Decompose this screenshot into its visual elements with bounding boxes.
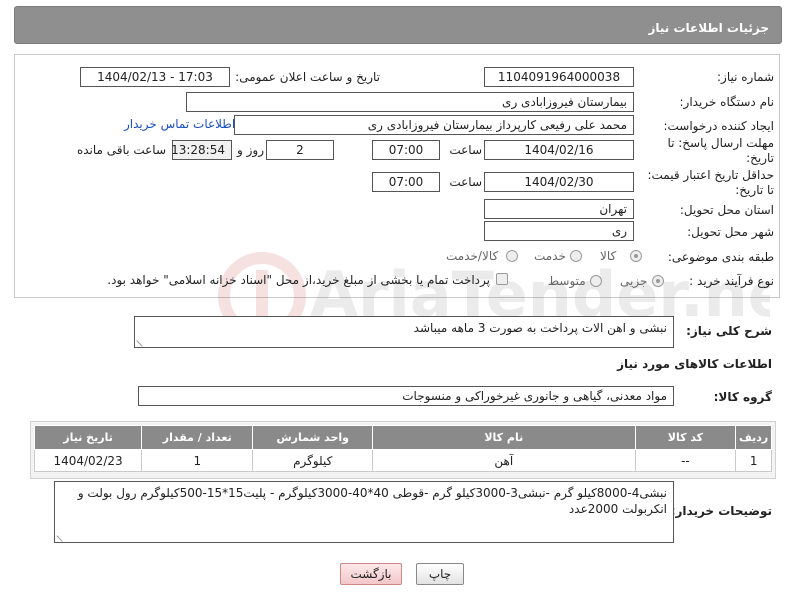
announce-label: تاریخ و ساعت اعلان عمومی: [235,70,380,84]
treasury-payment-note: پرداخت تمام یا بخشی از مبلغ خرید،از محل … [107,273,490,287]
announce-field: 1404/02/13 - 17:03 [80,67,230,87]
goods-group-field: مواد معدنی، گیاهی و جانوری غیرخوراکی و م… [138,386,674,406]
col-header-date: تاریخ نیاز [33,425,143,450]
category-option-both: کالا/خدمت [446,249,499,263]
category-option-goods: کالا [600,249,617,263]
province-field: تهران [484,199,634,219]
col-header-unit: واحد شمارش [252,425,374,450]
city-label: شهر محل تحویل: [687,225,774,239]
validity-label: حداقل تاریخ اعتبار قیمت: تا تاریخ: [647,168,774,197]
cell-name: آهن [372,449,636,472]
cell-code: -- [634,449,737,472]
deadline-time-label: ساعت [449,143,482,157]
validity-time-field: 07:00 [372,172,440,192]
deadline-date-field: 1404/02/16 [484,140,634,160]
category-option-service: خدمت [534,249,566,263]
remaining-label: ساعت باقی مانده [76,143,166,157]
treasury-payment-checkbox[interactable] [496,273,508,285]
process-label: نوع فرآیند خرید : [689,274,774,288]
days-label: روز و [237,143,264,157]
back-button[interactable]: بازگشت [340,563,402,585]
deadline-label: مهلت ارسال پاسخ: تا تاریخ: [667,136,774,165]
province-label: استان محل تحویل: [679,203,774,217]
col-header-name: نام کالا [372,425,636,450]
summary-label: شرح کلی نیاز: [686,324,772,338]
process-option-partial: جزیی [620,274,648,288]
table-header-row: ردیف کد کالا نام کالا واحد شمارش تعداد /… [33,425,772,450]
validity-time-label: ساعت [449,175,482,189]
process-radio-medium[interactable] [590,275,602,287]
col-header-code: کد کالا [634,425,737,450]
need-number-field: 1104091964000038 [484,67,634,87]
buyer-notes-label: توضیحات خریدار: [670,504,772,518]
print-button[interactable]: چاپ [416,563,464,585]
city-field: ری [484,221,634,241]
buyer-field: بیمارستان فیروزابادی ری [186,92,634,112]
creator-field: محمد علی رفیعی کارپرداز بیمارستان فیروزا… [234,115,634,135]
goods-info-title: اطلاعات کالاهای مورد نیاز [617,357,772,371]
cell-qty: 1 [141,449,254,472]
cell-row: 1 [735,449,772,472]
process-option-medium: متوسط [548,274,586,288]
col-header-row: ردیف [735,425,772,450]
cell-unit: کیلوگرم [252,449,374,472]
buyer-contact-link[interactable]: اطلاعات تماس خریدار [124,117,235,131]
category-radio-service[interactable] [570,250,582,262]
category-label: طبقه بندی موضوعی: [667,250,774,264]
resize-grip-icon[interactable] [56,530,68,542]
goods-group-label: گروه کالا: [713,390,772,404]
resize-grip-icon[interactable] [136,335,148,347]
cell-date: 1404/02/23 [33,449,143,472]
summary-text: نبشی و اهن الات پرداخت به صورت 3 ماهه می… [413,321,667,335]
buyer-label: نام دستگاه خریدار: [679,95,775,109]
creator-label: ایجاد کننده درخواست: [663,119,774,133]
process-radio-partial[interactable] [652,275,664,287]
buyer-notes-textarea[interactable]: نبشی4-8000کیلو گرم -نبشی3-3000کیلو گرم -… [54,481,674,543]
validity-date-field: 1404/02/30 [484,172,634,192]
need-number-label: شماره نیاز: [717,70,774,84]
page-title: جزئیات اطلاعات نیاز [648,21,769,35]
page-header: جزئیات اطلاعات نیاز [14,6,782,44]
col-header-qty: تعداد / مقدار [141,425,254,450]
buyer-notes-text: نبشی4-8000کیلو گرم -نبشی3-3000کیلو گرم -… [77,486,667,516]
remaining-time-field: 13:28:54 [172,140,232,160]
summary-textarea[interactable]: نبشی و اهن الات پرداخت به صورت 3 ماهه می… [134,316,674,348]
table-row[interactable]: 1 -- آهن کیلوگرم 1 1404/02/23 [33,449,772,472]
deadline-time-field: 07:00 [372,140,440,160]
days-field: 2 [266,140,334,160]
category-radio-both[interactable] [506,250,518,262]
goods-table: ردیف کد کالا نام کالا واحد شمارش تعداد /… [33,425,772,472]
category-radio-goods[interactable] [630,250,642,262]
